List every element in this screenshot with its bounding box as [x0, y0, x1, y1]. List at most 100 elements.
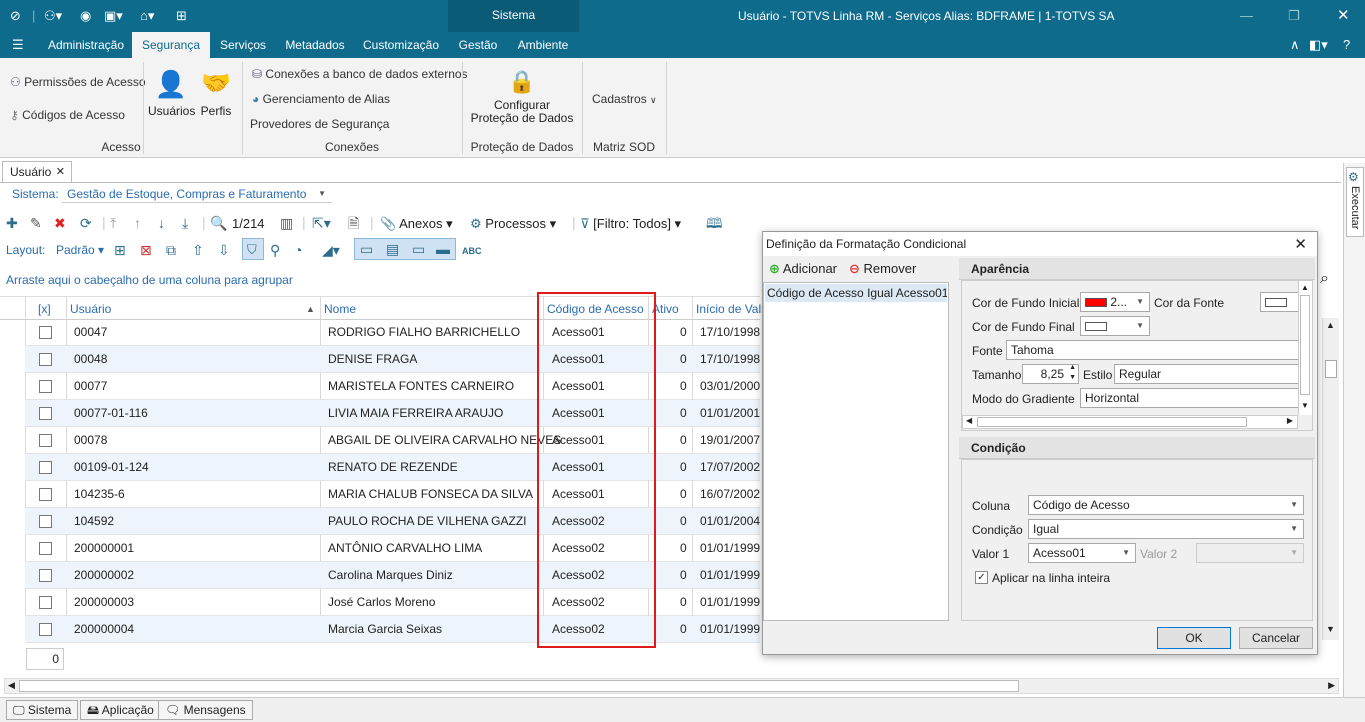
- org-chart-icon[interactable]: ⚇▾: [44, 8, 62, 24]
- row-checkbox[interactable]: [39, 542, 52, 555]
- condicao-select[interactable]: Igual ▼: [1028, 519, 1304, 539]
- menu-seguranca[interactable]: Segurança: [132, 32, 210, 58]
- row-checkbox[interactable]: [39, 380, 52, 393]
- next-record-icon[interactable]: ↓: [158, 215, 165, 231]
- refresh-icon[interactable]: ⟳: [80, 215, 92, 231]
- vscroll-thumb[interactable]: [1300, 295, 1310, 395]
- layout-icon[interactable]: ◧▾: [1309, 37, 1328, 53]
- search-icon[interactable]: 🔍: [210, 215, 227, 231]
- layout-select[interactable]: Padrão ▾: [56, 243, 104, 257]
- app-logo-icon[interactable]: ⊘: [10, 8, 21, 24]
- sistema-tab[interactable]: Sistema: [448, 8, 579, 22]
- row-checkbox[interactable]: [39, 596, 52, 609]
- hamburger-icon[interactable]: ☰: [12, 37, 24, 53]
- view-mode-1-icon[interactable]: ▭: [360, 241, 373, 257]
- header-ativo[interactable]: Ativo: [652, 297, 679, 321]
- provedores-seguranca-button[interactable]: Provedores de Segurança: [250, 117, 389, 131]
- columns-icon[interactable]: ▥: [280, 215, 293, 231]
- view-mode-4-icon[interactable]: ▬: [436, 241, 450, 257]
- tamanho-spinner[interactable]: 8,25 ▲ ▼: [1022, 364, 1079, 384]
- remover-button[interactable]: ⊖ Remover: [849, 261, 916, 277]
- scroll-right-icon[interactable]: ▶: [1328, 680, 1335, 691]
- abc-icon[interactable]: ABC: [462, 243, 482, 259]
- dialog-close-icon[interactable]: ✕: [1294, 235, 1307, 253]
- status-tab-mensagens[interactable]: 🗨 Mensagens: [158, 700, 253, 720]
- row-checkbox[interactable]: [39, 623, 52, 636]
- usuarios-button[interactable]: 👤 Usuários: [148, 68, 195, 118]
- header-inicio-validade[interactable]: Início de Valid: [696, 297, 771, 321]
- grid-hscroll[interactable]: ◀ ▶: [4, 678, 1339, 694]
- estilo-field[interactable]: Regular: [1114, 364, 1306, 384]
- cadastros-dropdown[interactable]: Cadastros ∨: [592, 92, 657, 106]
- minimize-icon[interactable]: —: [1240, 8, 1253, 24]
- download-layout-icon[interactable]: ⇩: [218, 242, 230, 258]
- codigos-acesso-button[interactable]: ⚷ Códigos de Acesso: [10, 108, 125, 122]
- row-checkbox[interactable]: [39, 326, 52, 339]
- ok-button[interactable]: OK: [1157, 627, 1231, 649]
- processos-dropdown[interactable]: ⚙ Processos ▾: [470, 216, 556, 232]
- hscroll-thumb[interactable]: [19, 680, 1019, 692]
- document-icon[interactable]: 🗎: [348, 215, 359, 231]
- coluna-select[interactable]: Código de Acesso ▼: [1028, 495, 1304, 515]
- view-icon[interactable]: ◉: [80, 8, 91, 24]
- export-icon[interactable]: ⇱▾: [312, 215, 331, 231]
- configurar-protecao-button[interactable]: 🔒 Configurar Proteção de Dados: [468, 68, 576, 125]
- pin-icon[interactable]: ⚲: [270, 242, 280, 258]
- gradiente-field[interactable]: Horizontal: [1080, 388, 1306, 408]
- row-checkbox[interactable]: [39, 488, 52, 501]
- row-checkbox[interactable]: [39, 353, 52, 366]
- menu-ambiente[interactable]: Ambiente: [512, 32, 574, 58]
- status-tab-sistema[interactable]: 🖵 Sistema: [6, 700, 79, 720]
- scroll-thumb[interactable]: [1325, 360, 1337, 378]
- upload-layout-icon[interactable]: ⇧: [192, 242, 204, 258]
- view-mode-3-icon[interactable]: ▭: [412, 241, 425, 257]
- chart-icon[interactable]: ◢▾: [322, 242, 340, 258]
- aparencia-vscroll[interactable]: ▲ ▼: [1298, 281, 1312, 415]
- first-record-icon[interactable]: ⤒: [110, 215, 116, 231]
- aplicar-checkbox[interactable]: ✓: [975, 571, 988, 584]
- scroll-up-icon[interactable]: ▲: [1326, 320, 1335, 330]
- remove-layout-icon[interactable]: ⊠: [140, 242, 152, 258]
- row-checkbox[interactable]: [39, 461, 52, 474]
- scroll-right-icon[interactable]: ▶: [1287, 416, 1293, 425]
- spinner-icon[interactable]: ▲ ▼: [1069, 365, 1076, 383]
- filtro-dropdown[interactable]: ⊽ [Filtro: Todos] ▾: [580, 216, 681, 232]
- restore-icon[interactable]: ❐: [1288, 8, 1300, 24]
- save-layout-icon[interactable]: ⧉: [166, 242, 176, 258]
- grid-vscroll[interactable]: ▲ ▼: [1322, 318, 1339, 640]
- last-record-icon[interactable]: ⤓: [182, 215, 188, 231]
- perfis-button[interactable]: 🤝 Perfis: [198, 68, 234, 118]
- tab-usuario[interactable]: Usuário ✕: [2, 161, 72, 183]
- gerenciamento-alias-button[interactable]: ◕ Gerenciamento de Alias: [252, 92, 390, 106]
- cor-fundo-final-select[interactable]: ▼: [1080, 316, 1150, 336]
- adicionar-button[interactable]: ⊕ Adicionar: [769, 261, 837, 277]
- add-layout-icon[interactable]: ⊞: [114, 242, 126, 258]
- scroll-up-icon[interactable]: ▲: [1301, 283, 1309, 292]
- anexos-dropdown[interactable]: 📎 Anexos ▾: [380, 216, 453, 232]
- cancelar-button[interactable]: Cancelar: [1239, 627, 1313, 649]
- permissoes-acesso-button[interactable]: ⚇ Permissões de Acesso: [10, 75, 146, 89]
- sistema-select[interactable]: Gestão de Estoque, Compras e Faturamento…: [62, 185, 332, 203]
- header-usuario[interactable]: Usuário: [70, 297, 111, 321]
- format-active-button[interactable]: ⛉: [242, 238, 264, 260]
- scroll-down-icon[interactable]: ▼: [1326, 624, 1335, 634]
- menu-servicos[interactable]: Serviços: [214, 32, 272, 58]
- add-icon[interactable]: ✚: [6, 215, 18, 231]
- header-select-all[interactable]: [x]: [38, 297, 51, 321]
- style-icon[interactable]: ◔: [294, 242, 302, 258]
- close-icon[interactable]: ✕: [1337, 8, 1350, 24]
- scroll-left-icon[interactable]: ◀: [966, 416, 972, 425]
- list-item[interactable]: Código de Acesso Igual Acesso01: [765, 284, 947, 302]
- executar-tab[interactable]: ⚙ Executar: [1346, 167, 1364, 237]
- delete-icon[interactable]: ✖: [54, 215, 66, 231]
- help-icon[interactable]: ?: [1343, 37, 1350, 53]
- scroll-left-icon[interactable]: ◀: [8, 680, 15, 691]
- previous-record-icon[interactable]: ↑: [134, 215, 141, 231]
- scroll-down-icon[interactable]: ▼: [1301, 401, 1309, 410]
- conexoes-externas-button[interactable]: ⛁ Conexões a banco de dados externos: [252, 67, 468, 81]
- grid-icon[interactable]: ⊞: [176, 8, 187, 24]
- hscroll-thumb[interactable]: [977, 417, 1247, 427]
- grid-search-icon[interactable]: ⌕: [1320, 270, 1329, 288]
- menu-metadados[interactable]: Metadados: [278, 32, 352, 58]
- header-nome[interactable]: Nome: [324, 297, 356, 321]
